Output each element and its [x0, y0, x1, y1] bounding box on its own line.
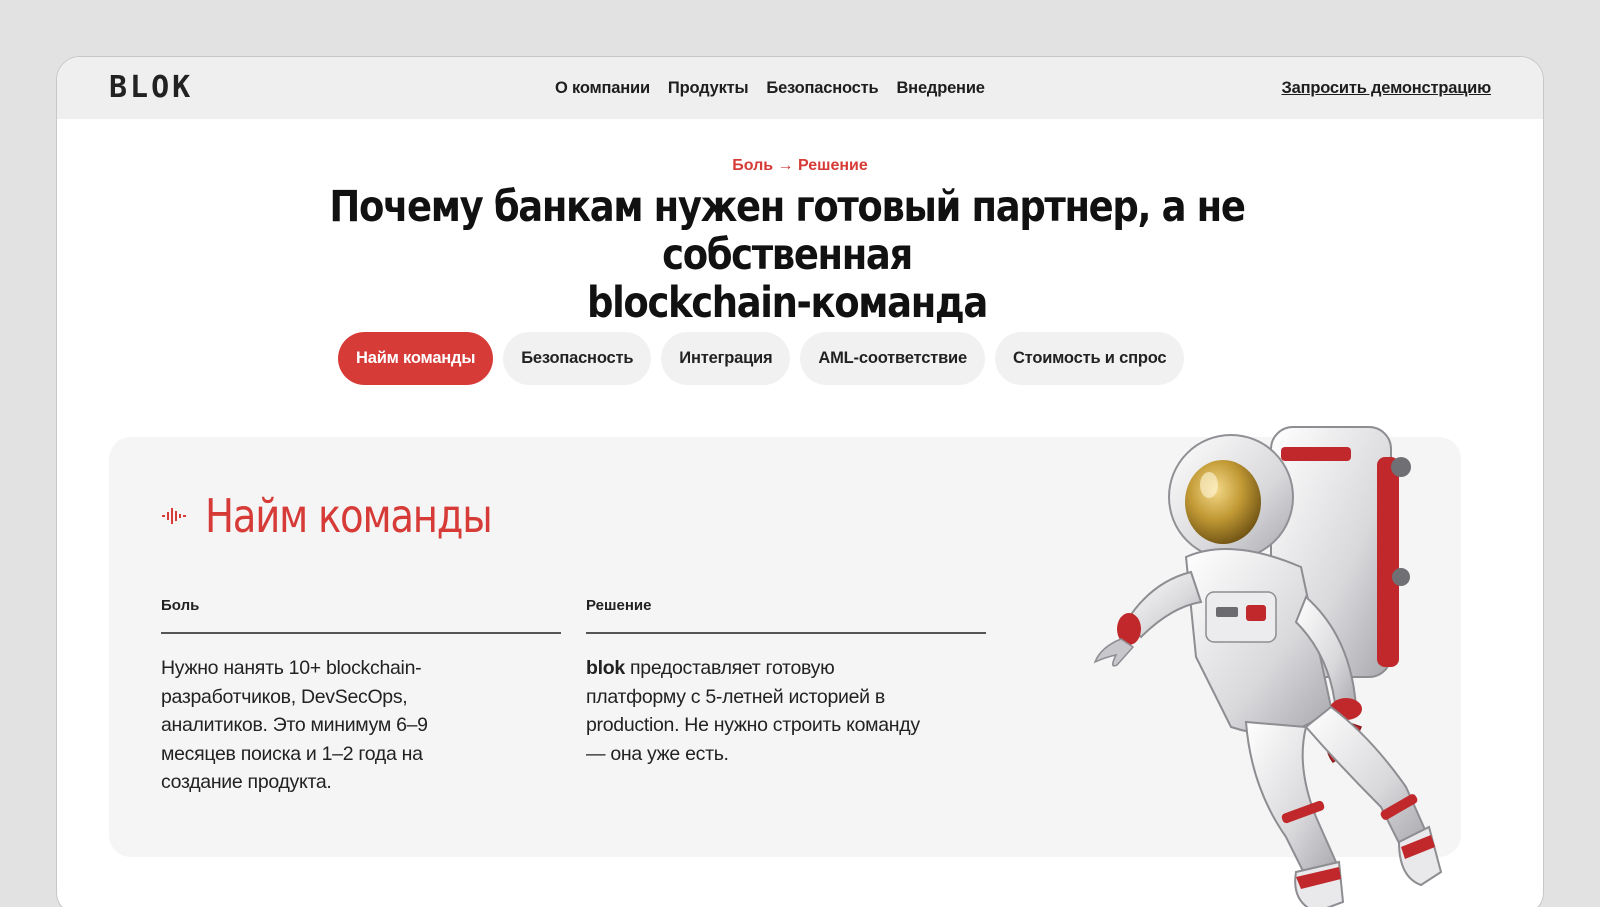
- section-eyebrow: Боль → Решение: [732, 157, 868, 174]
- main-nav: О компании Продукты Безопасность Внедрен…: [555, 57, 985, 119]
- card-title: Найм команды: [205, 489, 493, 543]
- solution-label: Решение: [586, 597, 986, 634]
- card-header: Найм команды: [161, 489, 546, 543]
- logo[interactable]: BLOK: [109, 73, 193, 103]
- pain-column: Боль Нужно нанять 10+ blockchain-разрабо…: [161, 597, 561, 797]
- site-header: BLOK О компании Продукты Безопасность Вн…: [57, 57, 1543, 119]
- tab-integration[interactable]: Интеграция: [661, 332, 791, 385]
- pain-label: Боль: [161, 597, 561, 634]
- solution-column: Решение blok предоставляет готовую платф…: [586, 597, 986, 768]
- astronaut-illustration: [1093, 426, 1443, 907]
- topic-tabs: Найм команды Безопасность Интеграция AML…: [338, 332, 1185, 385]
- page-title-line-2: blockchain-команда: [587, 278, 988, 328]
- nav-item-products[interactable]: Продукты: [668, 79, 749, 98]
- request-demo-link[interactable]: Запросить демонстрацию: [1281, 57, 1491, 119]
- nav-item-about[interactable]: О компании: [555, 79, 650, 98]
- solution-text: blok предоставляет готовую платформу с 5…: [586, 654, 926, 768]
- tab-cost[interactable]: Стоимость и спрос: [994, 332, 1185, 385]
- pulse-icon: [162, 508, 186, 524]
- page-title: Почему банкам нужен готовый партнер, а н…: [297, 183, 1277, 327]
- solution-body: предоставляет готовую платформу с 5-летн…: [586, 657, 920, 765]
- tab-hiring[interactable]: Найм команды: [338, 332, 494, 385]
- solution-brand: blok: [586, 657, 625, 679]
- tab-aml[interactable]: AML-соответствие: [800, 332, 985, 385]
- nav-item-security[interactable]: Безопасность: [766, 79, 878, 98]
- page-title-line-1: Почему банкам нужен готовый партнер, а н…: [329, 182, 1246, 280]
- browser-frame: BLOK О компании Продукты Безопасность Вн…: [56, 56, 1544, 907]
- tab-security[interactable]: Безопасность: [503, 332, 652, 385]
- pain-text: Нужно нанять 10+ blockchain-разработчико…: [161, 657, 428, 793]
- nav-item-implementation[interactable]: Внедрение: [896, 79, 984, 98]
